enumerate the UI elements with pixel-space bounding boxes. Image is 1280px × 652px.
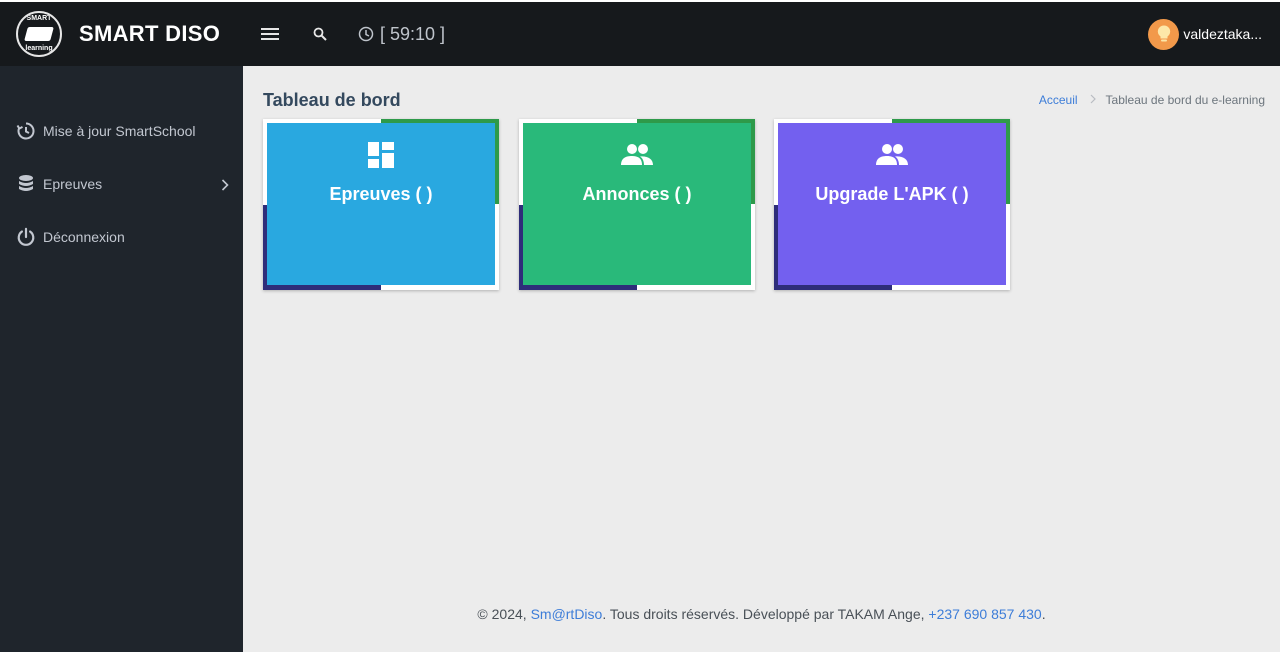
main-content: Tableau de bord Acceuil Tableau de bord … — [243, 66, 1280, 652]
page-title: Tableau de bord — [263, 90, 401, 110]
brand-title: SMART DISO — [79, 21, 221, 46]
avatar — [1148, 18, 1180, 50]
footer-suffix: . — [1041, 606, 1046, 622]
sidebar-nav: Mise à jour SmartSchool Epreuves Déconne… — [0, 104, 243, 263]
lightbulb-icon — [1157, 25, 1171, 42]
sidebar: SMART learning SMART DISO Mise à jour Sm… — [0, 0, 243, 652]
breadcrumb: Acceuil Tableau de bord du e-learning — [1039, 93, 1265, 107]
clock-icon — [358, 26, 374, 42]
user-menu[interactable]: valdeztaka... — [1148, 2, 1262, 66]
footer-phone-link[interactable]: +237 690 857 430 — [928, 606, 1041, 622]
card-label: Annonces ( ) — [582, 184, 692, 204]
brand-logo: SMART learning — [16, 11, 62, 57]
logo-text-top: SMART — [26, 15, 52, 22]
username: valdeztaka... — [1183, 26, 1262, 42]
sidebar-item-label: Epreuves — [43, 175, 103, 192]
users-icon — [620, 140, 654, 170]
epreuves-card-button[interactable]: Epreuves ( ) — [267, 123, 495, 285]
card-label: Epreuves ( ) — [329, 184, 433, 204]
annonces-card-button[interactable]: Annonces ( ) — [523, 123, 751, 285]
sidebar-item-label: Déconnexion — [43, 228, 125, 245]
footer-brand-link[interactable]: Sm@rtDiso — [531, 606, 603, 622]
card-upgrade-apk: Upgrade L'APK ( ) — [774, 119, 1010, 290]
power-icon — [16, 227, 36, 247]
session-timer: [ 59:10 ] — [358, 24, 445, 45]
footer: © 2024, Sm@rtDiso. Tous droits réservés.… — [243, 606, 1280, 622]
sidebar-item-epreuves[interactable]: Epreuves — [0, 157, 243, 210]
dashboard-icon — [367, 140, 395, 170]
timer-text: [ 59:10 ] — [380, 23, 446, 44]
database-icon — [16, 174, 36, 194]
sidebar-item-mise-a-jour[interactable]: Mise à jour SmartSchool — [0, 104, 243, 157]
card-epreuves: Epreuves ( ) — [263, 119, 499, 290]
upgrade-apk-card-button[interactable]: Upgrade L'APK ( ) — [778, 123, 1006, 285]
chevron-right-icon — [221, 178, 229, 194]
card-label: Upgrade L'APK ( ) — [815, 184, 969, 204]
brand[interactable]: SMART learning SMART DISO — [0, 0, 243, 66]
logo-text-bottom: learning — [25, 45, 53, 52]
users-icon — [875, 140, 909, 170]
breadcrumb-separator-icon — [1090, 93, 1096, 107]
breadcrumb-current: Tableau de bord du e-learning — [1105, 93, 1265, 107]
search-icon[interactable] — [310, 24, 330, 44]
sidebar-item-label: Mise à jour SmartSchool — [43, 122, 196, 139]
graduation-cap-icon — [24, 27, 54, 41]
footer-prefix: © 2024, — [477, 606, 531, 622]
footer-text: . Tous droits réservés. Développé par TA… — [602, 606, 929, 622]
refresh-clock-icon — [16, 121, 36, 141]
card-annonces: Annonces ( ) — [519, 119, 755, 290]
sidebar-item-deconnexion[interactable]: Déconnexion — [0, 210, 243, 263]
hamburger-menu-icon[interactable] — [260, 24, 280, 44]
topbar: [ 59:10 ] valdeztaka... — [243, 0, 1280, 66]
breadcrumb-home-link[interactable]: Acceuil — [1039, 93, 1078, 107]
